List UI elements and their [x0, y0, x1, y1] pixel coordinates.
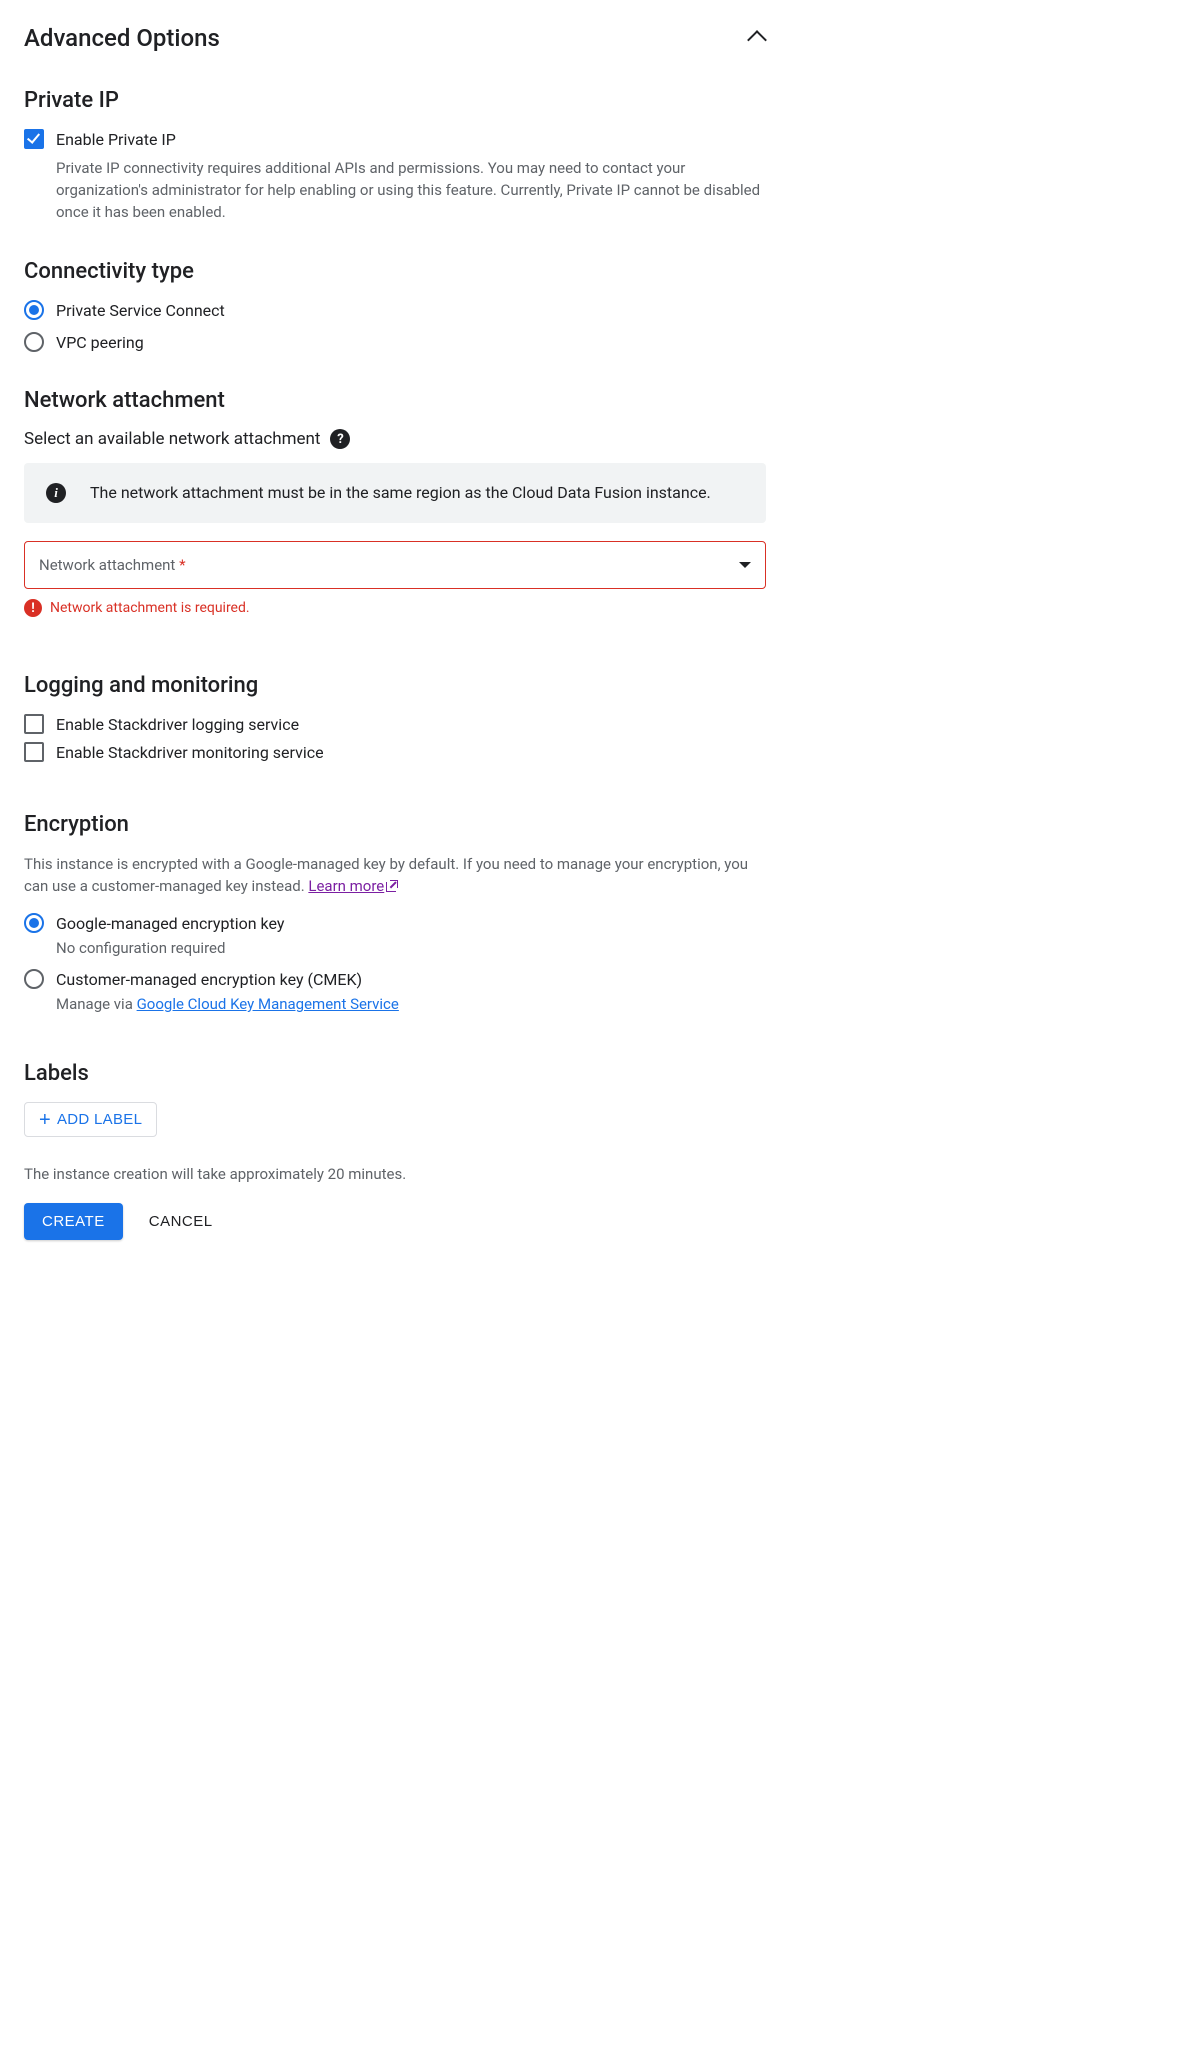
kms-link[interactable]: Google Cloud Key Management Service	[137, 995, 399, 1013]
stackdriver-monitoring-checkbox[interactable]	[24, 742, 44, 762]
cancel-button[interactable]: CANCEL	[131, 1203, 231, 1240]
dropdown-caret-icon	[739, 562, 751, 568]
creation-time-note: The instance creation will take approxim…	[24, 1165, 766, 1183]
create-button[interactable]: CREATE	[24, 1203, 123, 1240]
network-attachment-info-box: i The network attachment must be in the …	[24, 463, 766, 523]
connectivity-vpc-radio[interactable]	[24, 332, 44, 352]
cmek-sub: Manage via Google Cloud Key Management S…	[56, 995, 766, 1013]
network-attachment-field-label: Network attachment	[39, 556, 175, 574]
add-label-button[interactable]: + ADD LABEL	[24, 1102, 157, 1137]
required-asterisk: *	[179, 556, 185, 574]
cmek-label: Customer-managed encryption key (CMEK)	[56, 970, 362, 989]
advanced-options-header[interactable]: Advanced Options	[24, 24, 766, 52]
stackdriver-monitoring-label: Enable Stackdriver monitoring service	[56, 742, 324, 764]
network-attachment-info-text: The network attachment must be in the sa…	[90, 481, 711, 505]
logging-heading: Logging and monitoring	[24, 673, 766, 698]
google-managed-key-sub: No configuration required	[56, 939, 766, 957]
stackdriver-logging-label: Enable Stackdriver logging service	[56, 714, 299, 736]
enable-private-ip-checkbox[interactable]	[24, 129, 44, 149]
private-ip-heading: Private IP	[24, 88, 766, 113]
connectivity-type-heading: Connectivity type	[24, 259, 766, 284]
error-icon: !	[24, 599, 42, 617]
connectivity-psc-label: Private Service Connect	[56, 301, 225, 320]
stackdriver-logging-checkbox[interactable]	[24, 714, 44, 734]
plus-icon: +	[39, 1113, 51, 1127]
chevron-up-icon[interactable]	[748, 29, 766, 47]
connectivity-psc-radio[interactable]	[24, 300, 44, 320]
network-attachment-select[interactable]: Network attachment *	[24, 541, 766, 589]
private-ip-help-text: Private IP connectivity requires additio…	[56, 157, 766, 223]
connectivity-vpc-label: VPC peering	[56, 333, 144, 352]
network-attachment-heading: Network attachment	[24, 388, 766, 413]
cmek-radio[interactable]	[24, 969, 44, 989]
advanced-options-title: Advanced Options	[24, 24, 220, 52]
network-attachment-prompt: Select an available network attachment	[24, 429, 320, 449]
external-link-icon	[386, 880, 398, 892]
network-attachment-error-text: Network attachment is required.	[50, 600, 250, 616]
encryption-learn-more-link[interactable]: Learn more	[308, 877, 398, 895]
info-icon: i	[46, 483, 66, 503]
labels-heading: Labels	[24, 1061, 766, 1086]
enable-private-ip-label: Enable Private IP	[56, 129, 176, 151]
google-managed-key-label: Google-managed encryption key	[56, 914, 284, 933]
encryption-description: This instance is encrypted with a Google…	[24, 853, 766, 897]
network-attachment-error: ! Network attachment is required.	[24, 599, 766, 617]
help-icon[interactable]: ?	[330, 429, 350, 449]
encryption-heading: Encryption	[24, 812, 766, 837]
google-managed-key-radio[interactable]	[24, 913, 44, 933]
